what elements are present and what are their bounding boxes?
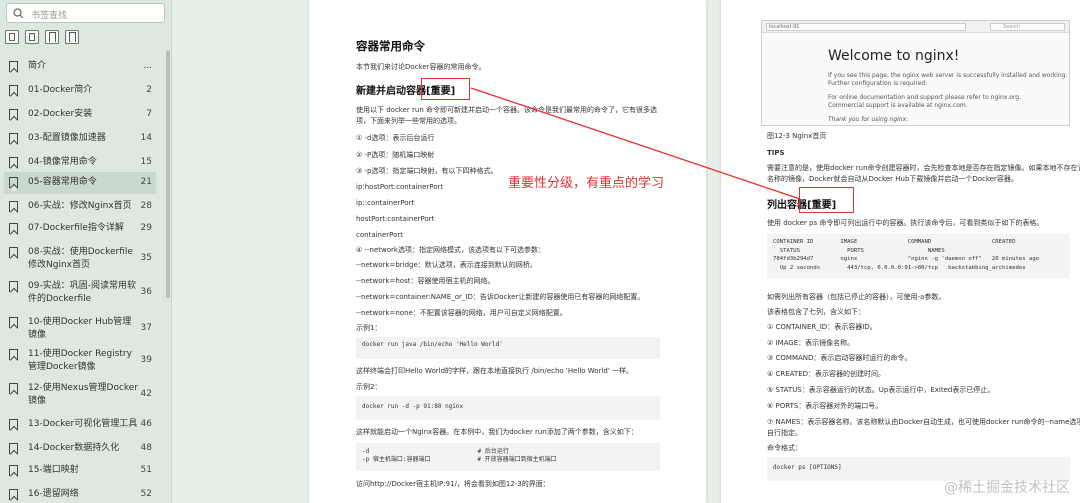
annotation-arrow: [470, 87, 801, 200]
watermark: @稀土掘金技术社区: [944, 480, 1070, 496]
annotation-note: 重要性分级，有重点的学习: [508, 176, 665, 191]
